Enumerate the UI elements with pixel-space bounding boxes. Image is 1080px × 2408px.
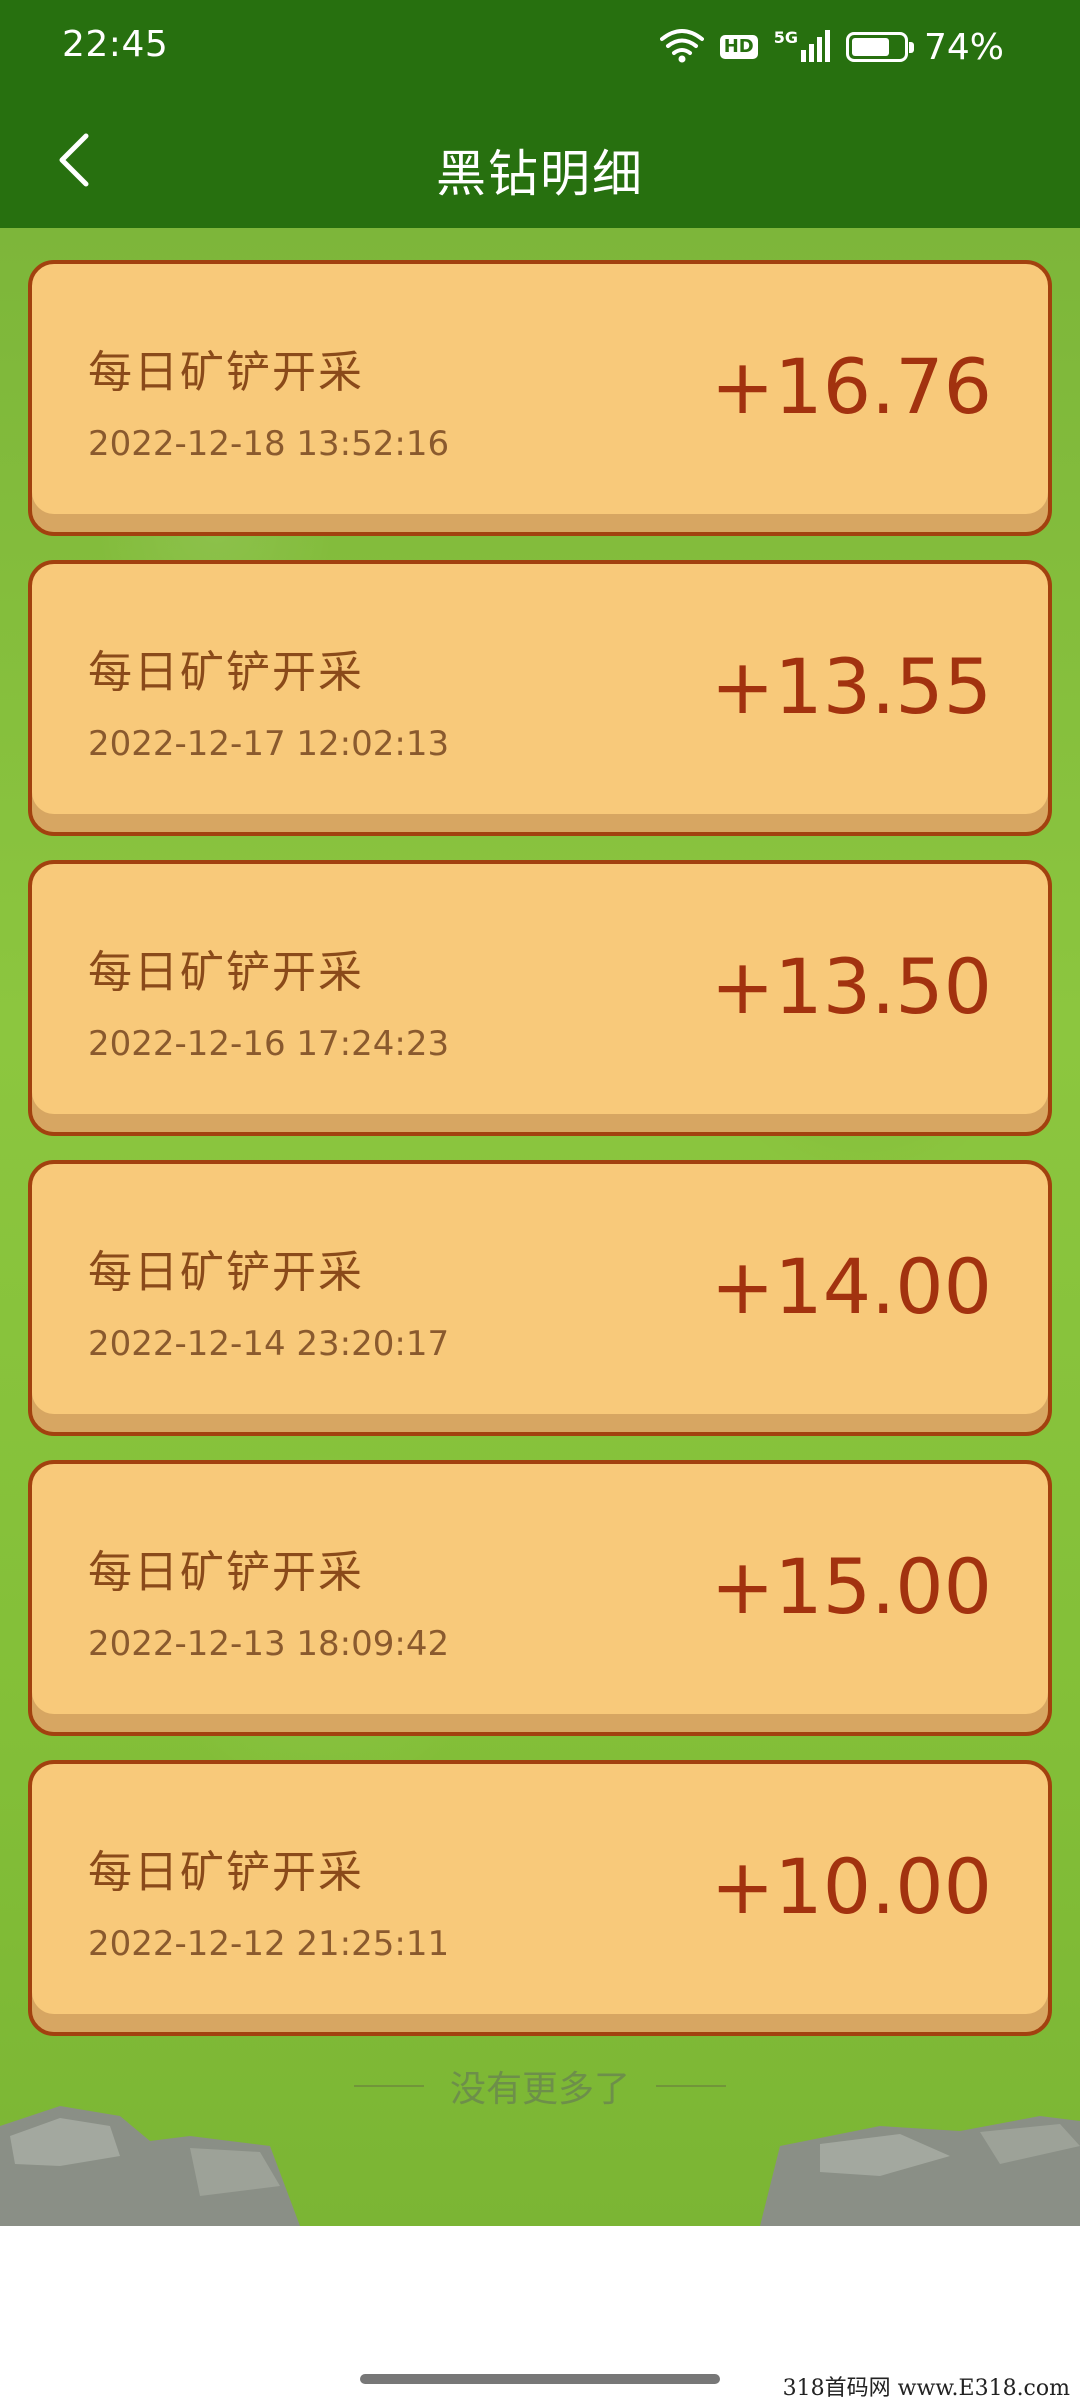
record-time: 2022-12-13 18:09:42 <box>88 1624 450 1664</box>
wifi-icon <box>659 27 704 67</box>
battery-fill <box>851 38 889 56</box>
record-title: 每日矿铲开采 <box>88 1247 364 1298</box>
divider <box>353 2085 424 2087</box>
record-title: 每日矿铲开采 <box>88 1847 364 1898</box>
record-title: 每日矿铲开采 <box>88 947 364 998</box>
record-title: 每日矿铲开采 <box>88 347 364 398</box>
list-item[interactable]: 每日矿铲开采 2022-12-14 23:20:17 +14.00 <box>28 1160 1052 1436</box>
status-time: 22:45 <box>62 24 169 65</box>
record-amount: +15.00 <box>710 1542 992 1631</box>
network-type: 5G <box>773 27 798 47</box>
record-amount: +16.76 <box>710 342 992 431</box>
record-time: 2022-12-14 23:20:17 <box>88 1324 450 1364</box>
page-title: 黑钻明细 <box>436 145 644 203</box>
record-amount: +13.55 <box>710 642 992 731</box>
record-amount: +10.00 <box>710 1842 992 1931</box>
record-time: 2022-12-17 12:02:13 <box>88 724 450 764</box>
end-of-list-indicator: 没有更多了 <box>0 2066 1080 2110</box>
battery-percent: 74% <box>923 26 1004 68</box>
record-amount: +14.00 <box>710 1242 992 1331</box>
status-icons: HD 5G 74% <box>659 22 1004 72</box>
list-item[interactable]: 每日矿铲开采 2022-12-17 12:02:13 +13.55 <box>28 560 1052 836</box>
record-title: 每日矿铲开采 <box>88 1547 364 1598</box>
record-amount: +13.50 <box>710 942 992 1031</box>
list-item[interactable]: 每日矿铲开采 2022-12-18 13:52:16 +16.76 <box>28 260 1052 536</box>
signal-icon <box>800 28 830 66</box>
end-of-list-text: 没有更多了 <box>449 2069 630 2110</box>
list-item[interactable]: 每日矿铲开采 2022-12-16 17:24:23 +13.50 <box>28 860 1052 1136</box>
list-item[interactable]: 每日矿铲开采 2022-12-12 21:25:11 +10.00 <box>28 1760 1052 2036</box>
watermark: 318首码网 www.E318.com <box>782 2376 1070 2401</box>
list-item[interactable]: 每日矿铲开采 2022-12-13 18:09:42 +15.00 <box>28 1460 1052 1736</box>
header-bar: 黑钻明细 <box>0 96 1080 228</box>
record-time: 2022-12-16 17:24:23 <box>88 1024 450 1064</box>
hd-badge: HD <box>719 35 758 59</box>
battery-icon <box>845 32 914 62</box>
record-title: 每日矿铲开采 <box>88 647 364 698</box>
record-time: 2022-12-18 13:52:16 <box>88 424 450 464</box>
status-bar: 22:45 HD 5G 74% <box>0 0 1080 96</box>
divider <box>656 2085 726 2087</box>
record-time: 2022-12-12 21:25:11 <box>88 1924 450 1964</box>
home-indicator[interactable] <box>360 2374 720 2384</box>
